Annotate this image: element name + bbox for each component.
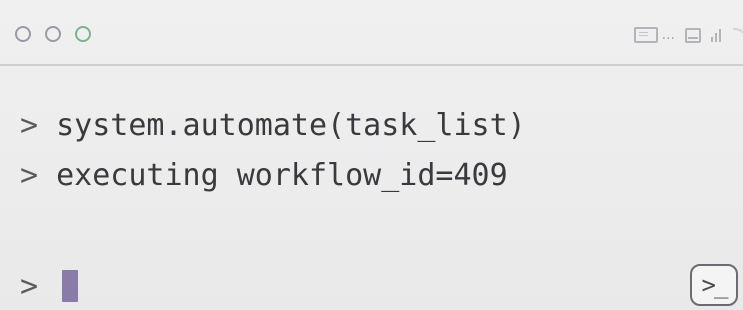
- minimize-window-button[interactable]: [45, 26, 61, 42]
- terminal-window: ... > system.automate(task_list) > execu…: [0, 0, 743, 310]
- document-icon[interactable]: [633, 27, 658, 43]
- output-text: system.automate(task_list): [56, 108, 526, 143]
- zoom-window-button[interactable]: [75, 26, 91, 42]
- title-divider: [0, 64, 743, 66]
- output-line: > executing workflow_id=409: [20, 158, 508, 194]
- close-window-button[interactable]: [15, 26, 31, 42]
- prompt-symbol: >: [20, 268, 39, 304]
- ellipsis-icon: ...: [661, 27, 675, 43]
- wifi-icon: [733, 28, 743, 42]
- prompt-symbol: >: [20, 158, 39, 193]
- signal-icon: [711, 28, 721, 42]
- status-icons: ...: [633, 24, 743, 46]
- text-cursor: [62, 270, 79, 302]
- window-icon[interactable]: [685, 27, 701, 43]
- output-text: executing workflow_id=409: [56, 158, 508, 193]
- terminal-icon-button[interactable]: >_: [690, 264, 738, 306]
- command-input[interactable]: >: [20, 266, 79, 306]
- prompt-symbol: >: [20, 108, 39, 143]
- title-bar: ...: [0, 0, 743, 64]
- output-line: > system.automate(task_list): [20, 108, 526, 144]
